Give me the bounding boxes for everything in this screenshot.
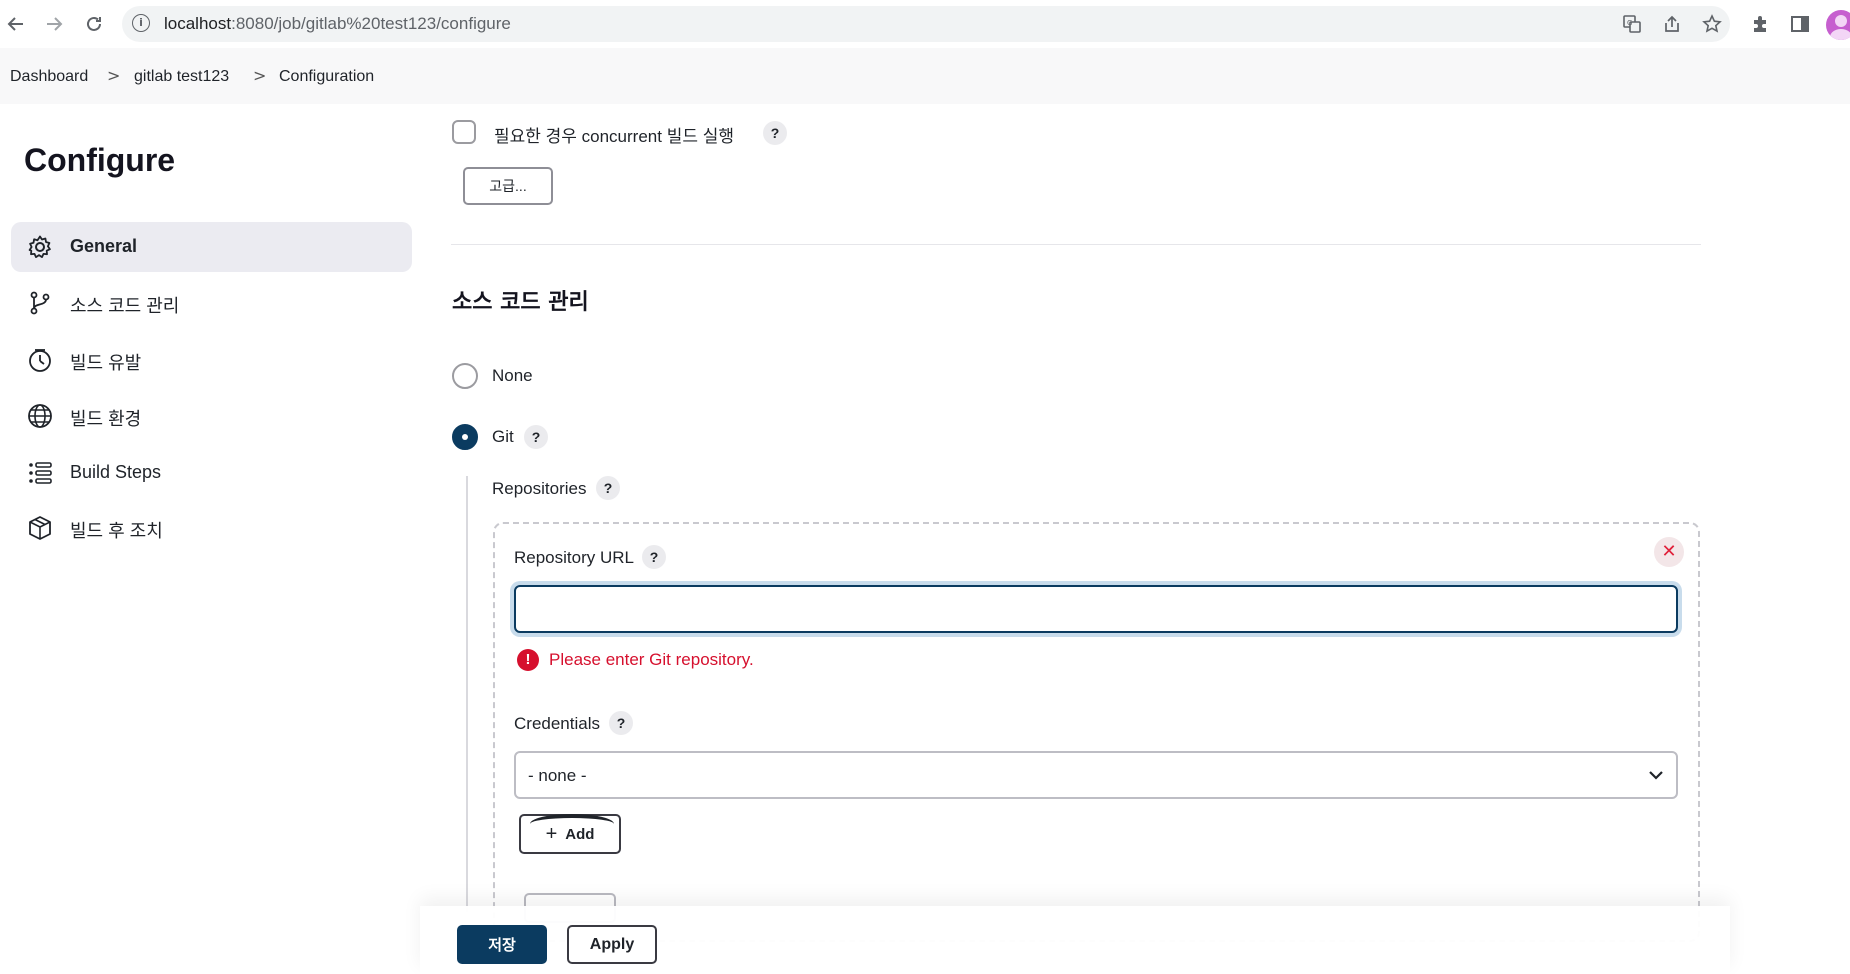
list-icon <box>27 460 53 486</box>
repository-url-label: Repository URL <box>514 548 634 567</box>
back-icon[interactable] <box>2 10 30 38</box>
breadcrumb-separator: > <box>253 66 267 85</box>
credentials-help-icon[interactable]: ? <box>609 711 633 735</box>
concurrent-build-help-icon[interactable]: ? <box>763 121 787 145</box>
repositories-help-icon[interactable]: ? <box>596 476 620 500</box>
sidebar-item-post-build-actions[interactable]: 빌드 후 조치 <box>11 503 412 553</box>
svg-text:G: G <box>1627 19 1632 27</box>
breadcrumb-dashboard[interactable]: Dashboard <box>10 68 88 86</box>
address-bar[interactable]: i localhost:8080/job/gitlab%20test123/co… <box>122 6 1730 42</box>
credentials-label: Credentials <box>514 714 600 733</box>
scm-none-radio[interactable] <box>452 363 478 389</box>
scm-none-label: None <box>492 366 533 385</box>
scm-section-title: 소스 코드 관리 <box>452 290 589 315</box>
extensions-icon[interactable] <box>1746 10 1774 38</box>
scm-git-label: Git <box>492 427 514 446</box>
forward-icon[interactable] <box>40 10 68 38</box>
profile-avatar[interactable] <box>1826 10 1850 40</box>
sidebar-item-label: 빌드 후 조치 <box>70 521 163 541</box>
sidebar-item-label: 소스 코드 관리 <box>70 296 180 316</box>
info-icon[interactable]: i <box>132 14 150 32</box>
timer-icon <box>27 347 53 373</box>
breadcrumb: Dashboard > gitlab test123 > Configurati… <box>0 48 1850 104</box>
plus-icon: + <box>545 823 558 845</box>
apply-button[interactable]: Apply <box>567 925 657 964</box>
gear-icon <box>27 234 53 260</box>
scm-git-radio[interactable] <box>452 424 478 450</box>
breadcrumb-job[interactable]: gitlab test123 <box>134 68 229 86</box>
browser-toolbar: i localhost:8080/job/gitlab%20test123/co… <box>0 0 1850 49</box>
share-icon[interactable] <box>1660 12 1684 36</box>
credentials-selected-value: - none - <box>528 766 587 785</box>
git-section-rail <box>466 476 468 912</box>
save-button[interactable]: 저장 <box>457 925 547 964</box>
url-text: localhost:8080/job/gitlab%20test123/conf… <box>164 14 511 33</box>
sidebar-item-label: General <box>70 236 138 256</box>
sidebar-item-build-environment[interactable]: 빌드 환경 <box>11 391 412 441</box>
sidebar-item-build-steps[interactable]: Build Steps <box>11 448 412 498</box>
package-icon <box>27 515 53 541</box>
breadcrumb-separator: > <box>107 66 121 85</box>
concurrent-build-label: 필요한 경우 concurrent 빌드 실행 <box>494 127 734 146</box>
error-icon: ! <box>517 649 539 671</box>
sidebar-item-general[interactable]: General <box>11 222 412 272</box>
reload-icon[interactable] <box>80 10 108 38</box>
star-icon[interactable] <box>1700 12 1724 36</box>
credentials-select[interactable]: - none - <box>514 751 1678 799</box>
repositories-label: Repositories <box>492 479 587 498</box>
translate-icon[interactable]: G <box>1620 12 1644 36</box>
add-button-label: Add <box>565 825 595 843</box>
side-panel-icon[interactable] <box>1786 10 1814 38</box>
chevron-down-icon <box>1646 765 1666 785</box>
concurrent-build-checkbox[interactable] <box>452 120 476 144</box>
breadcrumb-configuration: Configuration <box>279 68 375 85</box>
repository-url-input[interactable] <box>514 585 1678 633</box>
git-branch-icon <box>27 290 53 316</box>
sidebar-item-label: Build Steps <box>70 462 162 482</box>
section-divider <box>451 244 1701 245</box>
advanced-button[interactable]: 고급... <box>463 167 553 205</box>
sidebar-item-label: 빌드 유발 <box>70 353 142 373</box>
sidebar-item-label: 빌드 환경 <box>70 409 142 429</box>
globe-icon <box>27 403 53 429</box>
repository-url-error: Please enter Git repository. <box>549 650 754 669</box>
repository-url-help-icon[interactable]: ? <box>642 545 666 569</box>
git-help-icon[interactable]: ? <box>524 425 548 449</box>
sidebar-item-build-triggers[interactable]: 빌드 유발 <box>11 335 412 385</box>
sidebar-item-source-code[interactable]: 소스 코드 관리 <box>11 278 412 328</box>
remove-repository-button[interactable]: ✕ <box>1654 537 1684 567</box>
page-title: Configure <box>24 142 176 178</box>
